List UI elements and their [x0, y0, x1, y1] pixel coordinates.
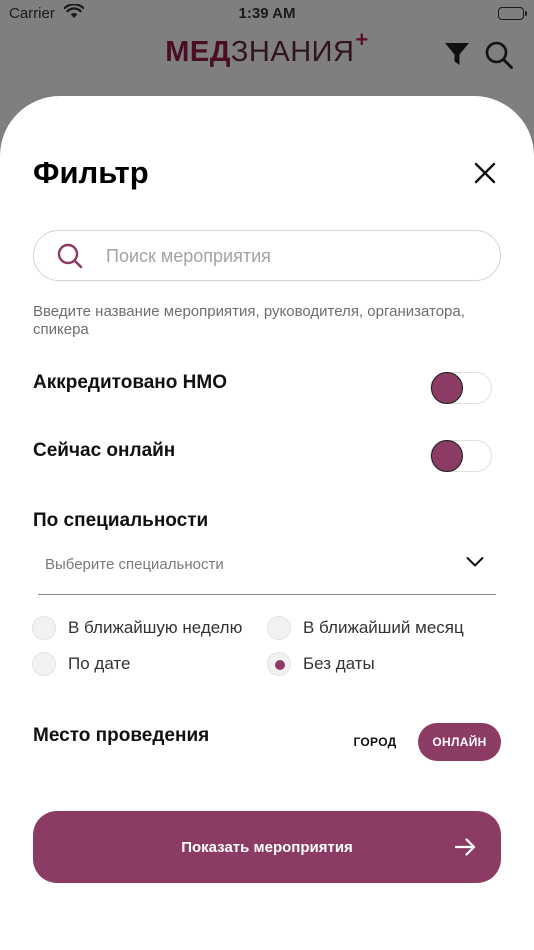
- filter-icon[interactable]: [444, 41, 470, 67]
- close-icon[interactable]: [470, 158, 500, 188]
- show-events-label: Показать мероприятия: [181, 839, 353, 856]
- toggle-knob: [431, 372, 463, 404]
- logo-plus: +: [355, 27, 369, 52]
- status-bar: Carrier 1:39 AM: [0, 0, 534, 30]
- radio-label: По дате: [68, 654, 131, 673]
- radio-no-date[interactable]: Без даты: [267, 652, 497, 678]
- radio-label: В ближайшую неделю: [68, 618, 243, 637]
- radio-next-month[interactable]: В ближайший месяц: [267, 616, 497, 642]
- specialty-select[interactable]: Выберите специальности: [38, 546, 496, 595]
- radio-circle: [32, 652, 56, 676]
- app-header: МЕДЗНАНИЯ+: [0, 27, 534, 80]
- search-icon: [57, 243, 83, 269]
- radio-circle-selected: [267, 652, 291, 676]
- status-time: 1:39 AM: [238, 5, 296, 22]
- logo-light-part: ЗНАНИЯ: [230, 36, 355, 68]
- show-events-button[interactable]: Показать мероприятия: [33, 811, 501, 883]
- battery-icon: [498, 7, 527, 20]
- toggle-online-now[interactable]: [430, 440, 492, 472]
- toggle-label-accredited: Аккредитовано НМО: [33, 372, 227, 393]
- toggle-accredited[interactable]: [430, 372, 492, 404]
- radio-circle: [267, 616, 291, 640]
- filter-sheet: Фильтр Введите название мероприятия, рук…: [0, 96, 534, 950]
- header-search-icon[interactable]: [484, 40, 514, 70]
- arrow-right-icon: [454, 838, 476, 856]
- toggle-knob: [431, 440, 463, 472]
- radio-circle: [32, 616, 56, 640]
- toggle-label-online-now: Сейчас онлайн: [33, 440, 176, 461]
- chevron-down-icon: [466, 557, 484, 567]
- sheet-title: Фильтр: [33, 155, 149, 190]
- venue-online-button[interactable]: ОНЛАЙН: [418, 723, 501, 761]
- specialty-label: По специальности: [33, 510, 209, 531]
- specialty-placeholder: Выберите специальности: [45, 556, 224, 573]
- radio-label: В ближайший месяц: [303, 618, 464, 637]
- radio-next-week[interactable]: В ближайшую неделю: [32, 616, 262, 642]
- venue-city-button[interactable]: ГОРОД: [342, 723, 408, 761]
- radio-label: Без даты: [303, 654, 375, 673]
- radio-by-date[interactable]: По дате: [32, 652, 262, 678]
- radio-dot: [275, 660, 285, 670]
- search-field[interactable]: [33, 230, 501, 282]
- venue-label: Место проведения: [33, 725, 210, 746]
- search-hint: Введите название мероприятия, руководите…: [33, 303, 465, 338]
- search-input[interactable]: [104, 231, 488, 282]
- logo-bold-part: МЕД: [165, 36, 231, 68]
